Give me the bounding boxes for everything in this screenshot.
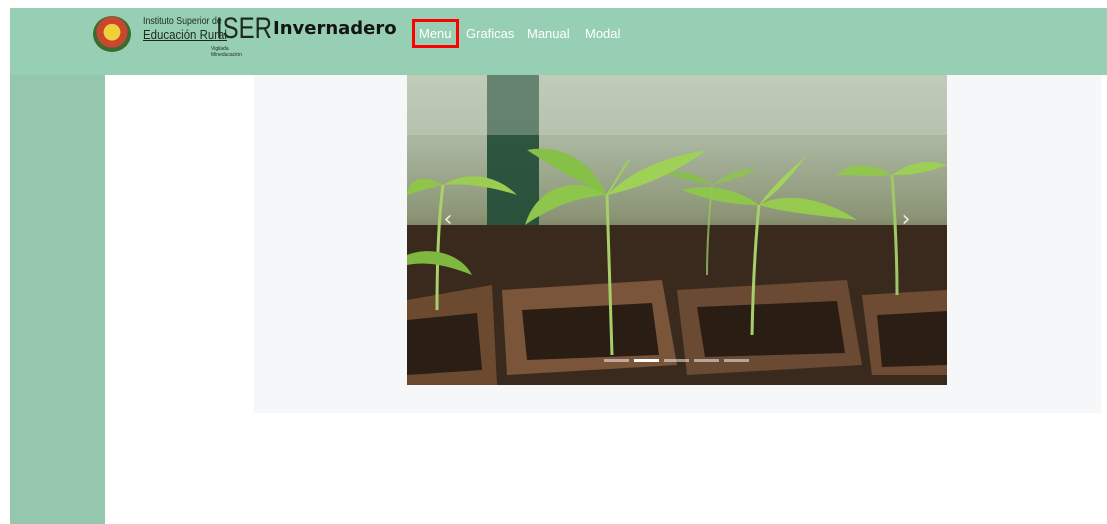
chevron-right-icon[interactable]: › (896, 205, 916, 235)
seedling-sprouts-photo (407, 75, 947, 385)
carousel-indicator[interactable] (664, 359, 689, 362)
sidebar (10, 75, 105, 524)
nav-link-modal[interactable]: Modal (585, 26, 620, 41)
chevron-left-icon[interactable]: ‹ (438, 205, 458, 235)
iser-logo[interactable]: Instituto Superior de Educación Rural IS… (93, 12, 272, 58)
logo-line1: Instituto Superior de (143, 16, 222, 27)
carousel-indicator[interactable] (724, 359, 749, 362)
logo-acronym: ISER (216, 12, 273, 45)
iser-emblem-icon (93, 16, 131, 52)
nav-link-graficas[interactable]: Graficas (466, 26, 514, 41)
nav-link-manual[interactable]: Manual (527, 26, 570, 41)
carousel-indicator-active[interactable] (634, 359, 659, 362)
logo-line2: Educación Rural (143, 27, 227, 42)
page: Instituto Superior de Educación Rural IS… (0, 0, 1107, 524)
carousel-indicator[interactable] (694, 359, 719, 362)
carousel-indicator[interactable] (604, 359, 629, 362)
carousel[interactable]: ‹ › (407, 75, 947, 385)
nav-link-menu[interactable]: Menu (412, 19, 459, 48)
brand-title[interactable]: Invernadero (273, 18, 397, 39)
logo-tagline: Vigilada Mineducación (211, 46, 242, 58)
